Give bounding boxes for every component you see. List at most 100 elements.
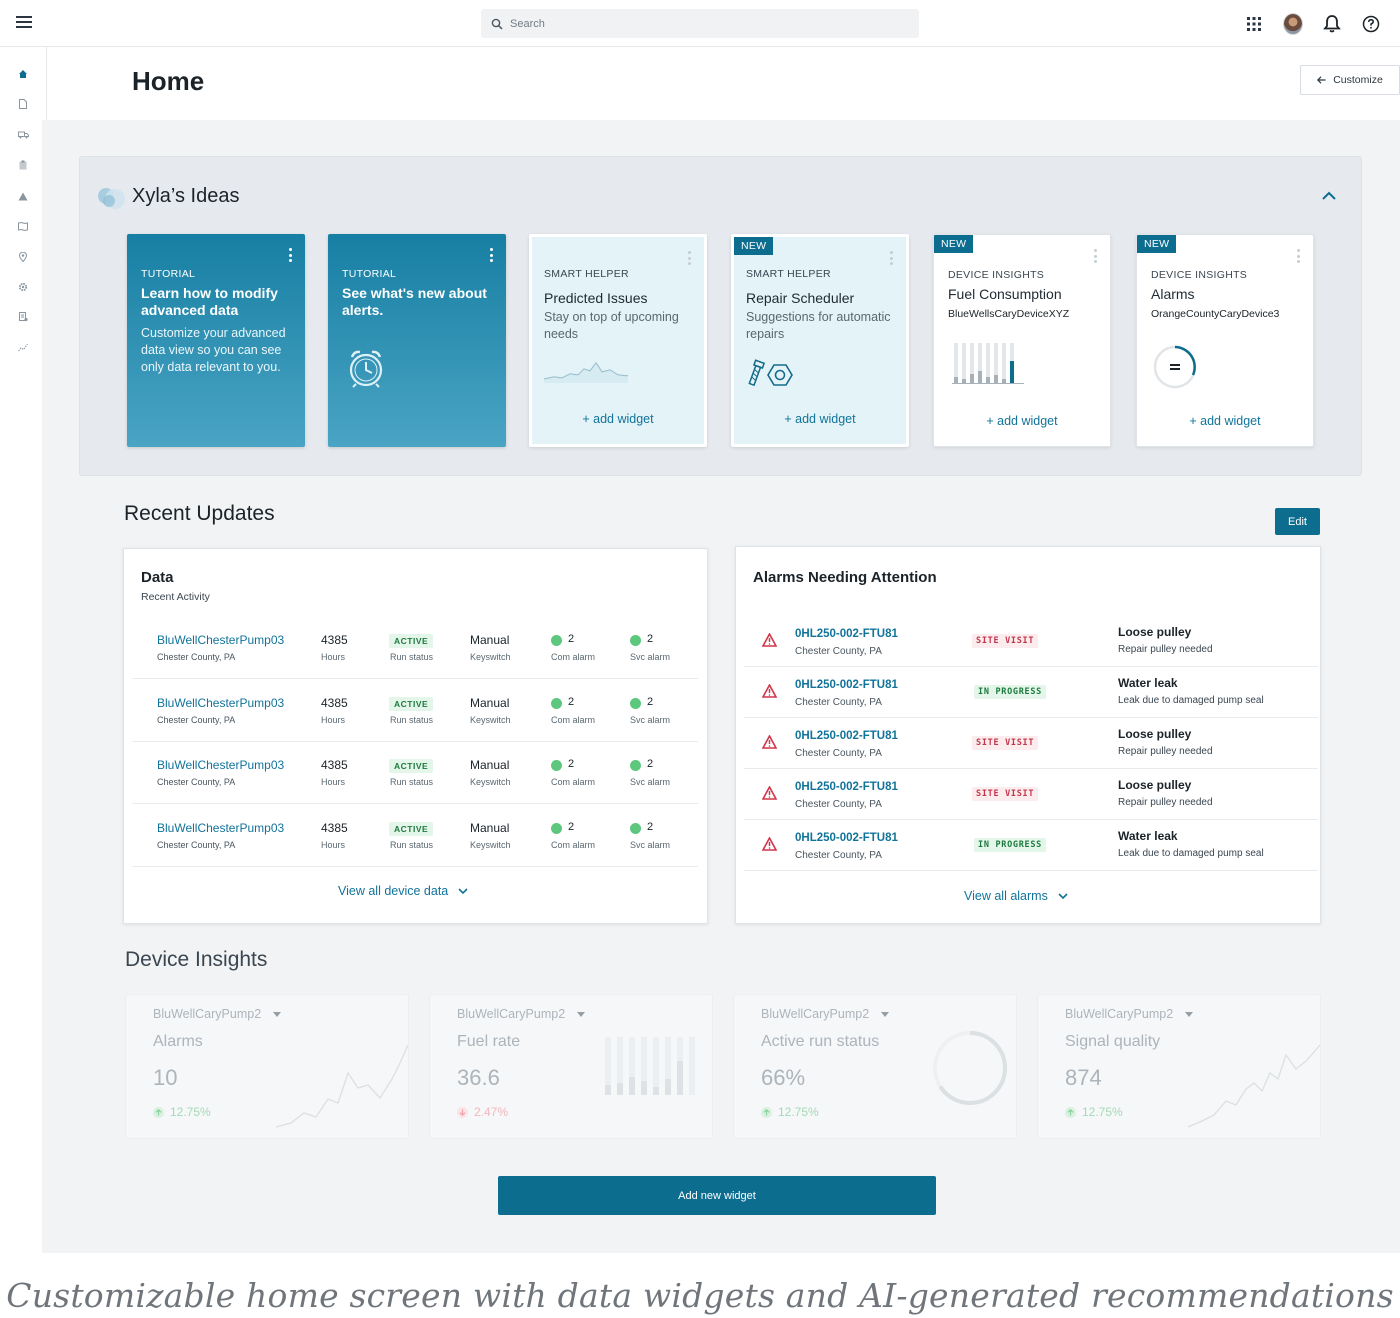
card-category: DEVICE INSIGHTS — [948, 269, 1045, 281]
table-row[interactable]: BluWellChesterPump03 Chester County, PA … — [132, 805, 698, 867]
apps-grid-icon[interactable] — [1244, 14, 1264, 34]
alarms-panel-title: Alarms Needing Attention — [753, 569, 937, 586]
status-label: Run status — [390, 652, 434, 662]
idea-card-tutorial-alerts[interactable]: TUTORIAL See what's new about alerts. — [328, 234, 506, 447]
metric-value: 66% — [761, 1065, 806, 1090]
view-all-device-data-link[interactable]: View all device data — [338, 884, 468, 898]
mode-value: Manual — [470, 821, 510, 835]
view-all-label: View all device data — [338, 884, 449, 898]
arrow-left-icon — [1317, 76, 1326, 84]
chevron-up-icon[interactable] — [1320, 189, 1338, 203]
add-widget-link[interactable]: + add widget — [734, 412, 906, 426]
device-name-link[interactable]: BluWellChesterPump03 — [157, 633, 284, 647]
alarm-row[interactable]: 0HL250-002-FTU81 Chester County, PA SITE… — [744, 718, 1318, 769]
alarm-row[interactable]: 0HL250-002-FTU81 Chester County, PA SITE… — [744, 769, 1318, 820]
xyla-logo-icon — [98, 188, 125, 209]
com-alarm-label: Com alarm — [551, 777, 596, 787]
analytics-icon[interactable] — [15, 339, 31, 355]
metric-label: Active run status — [761, 1033, 880, 1050]
data-panel: Data Recent Activity BluWellChesterPump0… — [123, 548, 708, 924]
alarm-id-link[interactable]: 0HL250-002-FTU81 — [795, 781, 898, 793]
table-row[interactable]: BluWellChesterPump03 Chester County, PA … — [132, 680, 698, 742]
alarm-detail: Leak due to damaged pump seal — [1118, 848, 1264, 859]
data-panel-subtitle: Recent Activity — [141, 591, 210, 603]
menu-icon[interactable] — [16, 16, 32, 30]
warning-icon[interactable] — [15, 188, 31, 204]
more-options-icon[interactable] — [490, 248, 494, 262]
insight-widget-fuel-rate[interactable]: BluWellCaryPump2 Fuel rate 36.6 2.47% — [429, 994, 713, 1139]
home-icon[interactable] — [15, 66, 31, 82]
device-location: Chester County, PA — [157, 840, 236, 850]
device-dropdown[interactable]: BluWellCaryPump2 — [761, 1007, 890, 1021]
warning-icon — [762, 684, 777, 698]
device-name-link[interactable]: BluWellChesterPump03 — [157, 758, 284, 772]
alarm-id-link[interactable]: 0HL250-002-FTU81 — [795, 730, 898, 742]
data-panel-title: Data — [141, 569, 174, 586]
alarm-row[interactable]: 0HL250-002-FTU81 Chester County, PA IN P… — [744, 667, 1318, 718]
status-label: Run status — [390, 777, 434, 787]
device-dropdown[interactable]: BluWellCaryPump2 — [457, 1007, 586, 1021]
insight-widget-active-run-status[interactable]: BluWellCaryPump2 Active run status 66% 1… — [733, 994, 1017, 1139]
report-icon[interactable] — [15, 309, 31, 325]
idea-card-fuel-consumption[interactable]: NEW DEVICE INSIGHTS Fuel Consumption Blu… — [933, 234, 1111, 447]
device-name-link[interactable]: BluWellChesterPump03 — [157, 696, 284, 710]
map-icon[interactable] — [15, 218, 31, 234]
device-name-link[interactable]: BluWellChesterPump03 — [157, 821, 284, 835]
add-widget-link[interactable]: + add widget — [1137, 414, 1313, 428]
alarm-location: Chester County, PA — [795, 799, 882, 810]
idea-card-alarms[interactable]: NEW DEVICE INSIGHTS Alarms OrangeCountyC… — [1136, 234, 1314, 447]
settings-icon[interactable] — [15, 279, 31, 295]
add-new-widget-button[interactable]: Add new widget — [498, 1176, 936, 1215]
mode-label: Keyswitch — [470, 715, 511, 725]
customize-button[interactable]: Customize — [1300, 65, 1400, 95]
alarm-id-link[interactable]: 0HL250-002-FTU81 — [795, 832, 898, 844]
more-options-icon[interactable] — [890, 251, 894, 265]
more-options-icon[interactable] — [289, 248, 293, 262]
status-dot-icon — [551, 635, 562, 646]
idea-card-predicted-issues[interactable]: SMART HELPER Predicted Issues Stay on to… — [529, 234, 707, 447]
more-options-icon[interactable] — [688, 251, 692, 265]
card-description: Stay on top of upcoming needs — [544, 310, 679, 341]
table-row[interactable]: BluWellChesterPump03 Chester County, PA … — [132, 617, 698, 679]
more-options-icon[interactable] — [1297, 249, 1301, 263]
device-dropdown[interactable]: BluWellCaryPump2 — [1065, 1007, 1194, 1021]
alarm-row[interactable]: 0HL250-002-FTU81 Chester County, PA SITE… — [744, 616, 1318, 667]
status-label: Run status — [390, 715, 434, 725]
card-category: TUTORIAL — [342, 268, 397, 280]
bell-icon[interactable] — [1322, 14, 1342, 34]
alarm-id-link[interactable]: 0HL250-002-FTU81 — [795, 628, 898, 640]
device-dropdown[interactable]: BluWellCaryPump2 — [153, 1007, 282, 1021]
mode-label: Keyswitch — [470, 840, 511, 850]
location-icon[interactable] — [15, 249, 31, 265]
table-row[interactable]: BluWellChesterPump03 Chester County, PA … — [132, 742, 698, 804]
document-icon[interactable] — [15, 96, 31, 112]
svc-alarm-label: Svc alarm — [630, 777, 671, 787]
device-dropdown-label: BluWellCaryPump2 — [1065, 1007, 1174, 1021]
line-sparkline — [276, 1044, 408, 1128]
add-widget-link[interactable]: + add widget — [934, 414, 1110, 428]
metric-value: 10 — [153, 1065, 178, 1090]
user-avatar[interactable] — [1283, 12, 1303, 35]
search-bar[interactable] — [481, 9, 919, 38]
view-all-alarms-link[interactable]: View all alarms — [964, 889, 1068, 903]
alarm-issue: Loose pulley — [1118, 778, 1192, 792]
alarm-location: Chester County, PA — [795, 697, 882, 708]
idea-card-tutorial-modify-data[interactable]: TUTORIAL Learn how to modify advanced da… — [127, 234, 305, 447]
truck-icon[interactable] — [15, 127, 31, 143]
search-input[interactable] — [510, 17, 890, 30]
more-options-icon[interactable] — [1094, 249, 1098, 263]
insight-widget-signal-quality[interactable]: BluWellCaryPump2 Signal quality 874 12.7… — [1037, 994, 1321, 1139]
clipboard-icon[interactable] — [15, 157, 31, 173]
idea-card-repair-scheduler[interactable]: NEW SMART HELPER Repair Scheduler Sugges… — [731, 234, 909, 447]
insight-widget-alarms[interactable]: BluWellCaryPump2 Alarms 10 12.75% — [125, 994, 409, 1139]
alarm-id-link[interactable]: 0HL250-002-FTU81 — [795, 679, 898, 691]
change-value: 12.75% — [1082, 1105, 1123, 1119]
alarm-row[interactable]: 0HL250-002-FTU81 Chester County, PA IN P… — [744, 820, 1318, 871]
change-value: 12.75% — [778, 1105, 819, 1119]
status-dot-icon — [551, 698, 562, 709]
metric-value: 874 — [1065, 1065, 1102, 1090]
help-icon[interactable] — [1361, 14, 1381, 34]
edit-button[interactable]: Edit — [1275, 508, 1320, 535]
add-widget-link[interactable]: + add widget — [532, 412, 704, 426]
warning-icon — [762, 837, 777, 851]
